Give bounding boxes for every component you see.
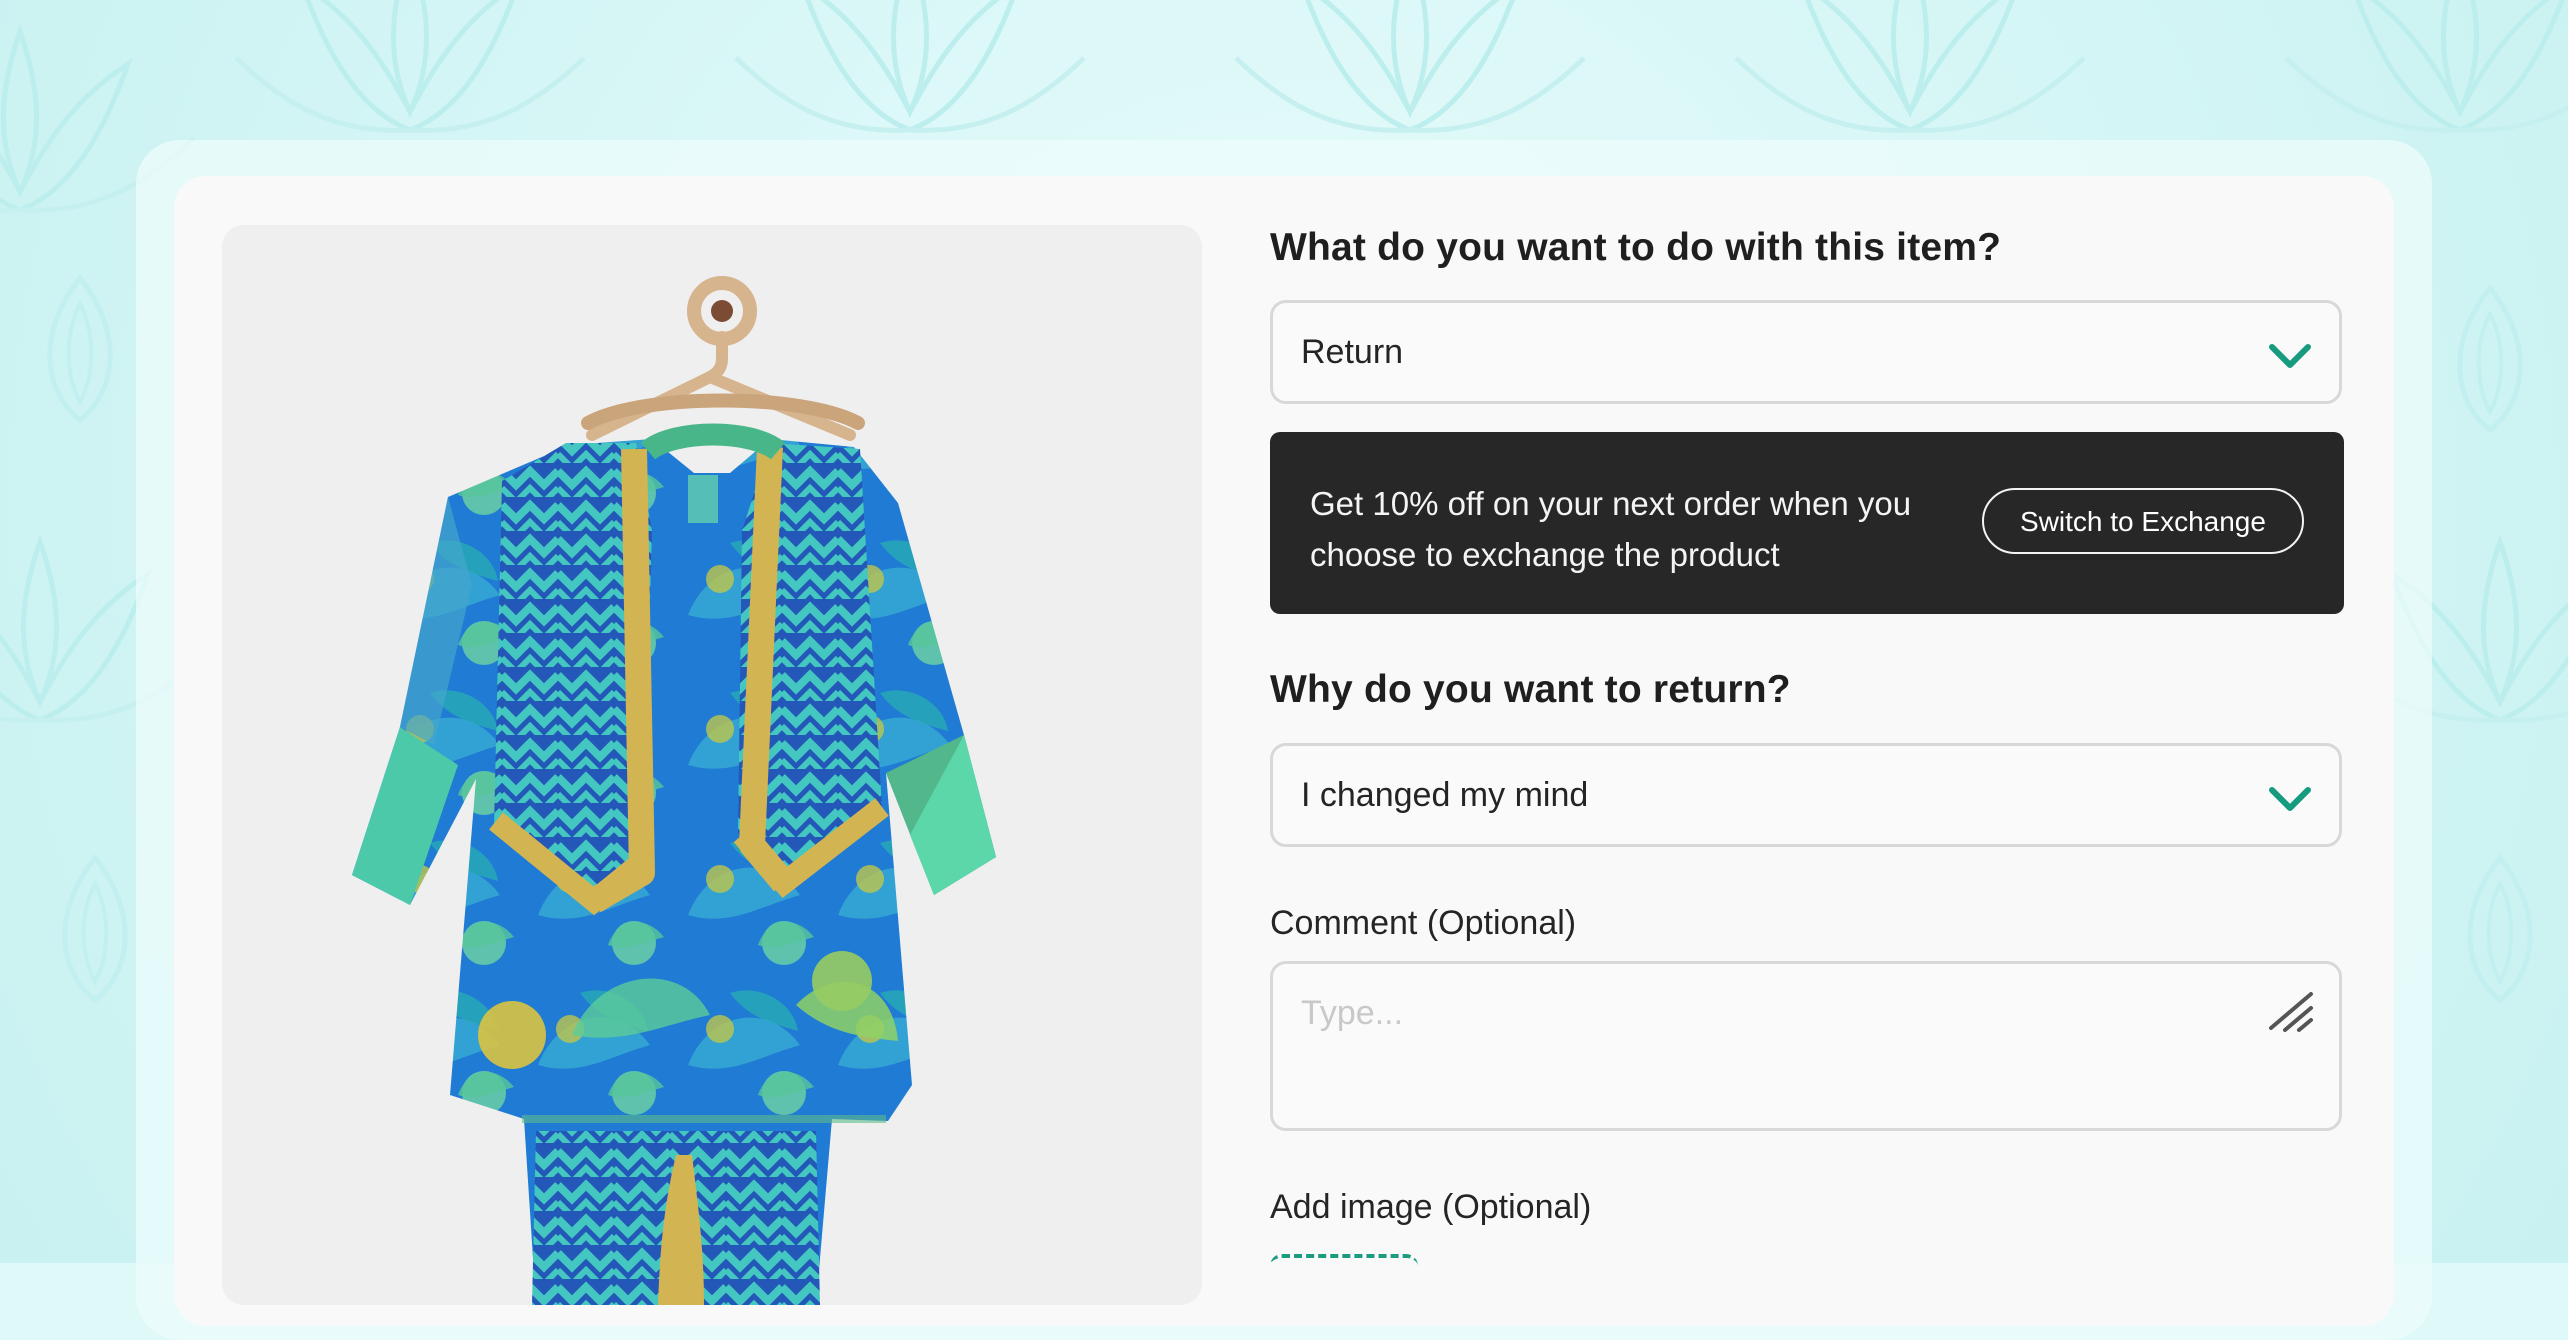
- exchange-promo-text: Get 10% off on your next order when you …: [1310, 485, 1912, 573]
- comment-textarea[interactable]: Type...: [1270, 961, 2342, 1131]
- product-image-panel: [222, 225, 1202, 1305]
- exchange-promo-banner: Get 10% off on your next order when you …: [1270, 432, 2344, 614]
- action-question-title: What do you want to do with this item?: [1270, 226, 2002, 269]
- comment-placeholder: Type...: [1301, 994, 1404, 1032]
- chevron-down-icon: [2269, 344, 2311, 368]
- return-reason-select[interactable]: I changed my mind: [1270, 743, 2342, 847]
- return-form: What do you want to do with this item? R…: [1270, 0, 2344, 1263]
- add-image-label: Add image (Optional): [1270, 1188, 1592, 1226]
- resize-handle-icon[interactable]: [2267, 990, 2315, 1034]
- action-select[interactable]: Return: [1270, 300, 2342, 404]
- switch-to-exchange-button[interactable]: Switch to Exchange: [1982, 488, 2304, 554]
- return-reason-title: Why do you want to return?: [1270, 668, 1791, 711]
- return-reason-selected-value: I changed my mind: [1301, 776, 1589, 814]
- product-image: [222, 225, 1202, 1305]
- comment-label: Comment (Optional): [1270, 904, 1577, 942]
- chevron-down-icon: [2269, 787, 2311, 811]
- action-selected-value: Return: [1301, 333, 1404, 371]
- add-image-upload-slot[interactable]: [1270, 1254, 1418, 1294]
